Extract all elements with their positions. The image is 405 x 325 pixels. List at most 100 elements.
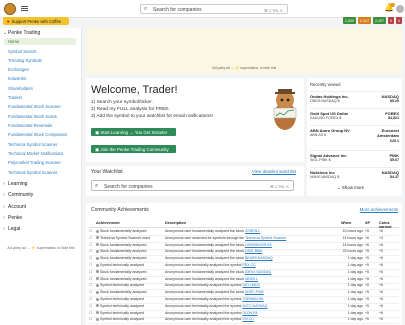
sidebar-item[interactable]: Fundamental Stock Scanner <box>8 104 61 109</box>
sidebar-item[interactable]: Polymarket Trading Scanner <box>8 160 61 165</box>
achievement-icon <box>96 317 99 321</box>
ad-text: 3rd party ad → ⚡ supernatica. to hide th… <box>211 66 277 70</box>
checkbox-icon: ☐ <box>89 263 93 267</box>
stat-badge: 0 327 <box>358 17 371 24</box>
achievement-xp: +5 <box>365 256 369 261</box>
symbol-link[interactable]: Technical Symbol Scanner <box>245 236 286 240</box>
achievement-description: Anonymous user fundamentally analyzed th… <box>165 249 263 254</box>
search-icon: ⌕ <box>144 6 148 12</box>
recent-item[interactable]: Signal Advance Inc SIGL.PINK $ PINK $5.6… <box>310 150 399 166</box>
achievement-name: Symbol technically analyzed <box>96 283 144 287</box>
checkbox-icon: ☐ <box>89 235 93 240</box>
achievement-name: Stock fundamentally analyzed <box>96 243 147 247</box>
table-header: Achievement Description When XP Coins ea… <box>89 221 399 229</box>
achievement-name: Stock fundamentally analyzed <box>96 270 147 274</box>
community-title: Community Achievements <box>91 207 149 213</box>
checkbox-icon: ☐ <box>89 229 93 233</box>
achievement-xp: +5 <box>365 263 369 267</box>
recent-item[interactable]: Gold Spot US Dollar XAUUSD.FOREX $ FOREX… <box>310 108 399 124</box>
penke-logo[interactable] <box>4 3 16 15</box>
achievement-time: 1 day ago <box>347 297 363 301</box>
achievement-icon <box>96 304 99 308</box>
sidebar-section-community[interactable]: › Community <box>3 192 33 198</box>
checkbox-icon: ☐ <box>89 317 93 322</box>
symbol-link[interactable]: 1NTC.NASDAQ <box>242 304 267 308</box>
mascot-illustration <box>273 89 297 130</box>
recent-item[interactable]: Ondas Holdings Inc. ONDS.NASDAQ $ NASDAQ… <box>310 91 399 107</box>
avatar[interactable] <box>396 5 404 13</box>
sidebar-section-penke[interactable]: › Penke <box>3 215 22 221</box>
search-input[interactable]: ⌕ Search for companies ⌘ CTRL K <box>140 4 288 14</box>
symbol-link[interactable]: IDEXX.NASDAQ <box>245 270 271 274</box>
checkbox-icon: ☐ <box>89 297 93 301</box>
symbol-link[interactable]: PDX.CC <box>242 263 255 267</box>
achievement-coins: +3 <box>379 235 383 240</box>
achievement-time: 14 hours ago <box>342 242 363 247</box>
start-learning-button[interactable]: ▣ Start Learning → You Get Smarter <box>91 128 176 136</box>
welcome-title: Welcome, Trader! <box>91 84 178 96</box>
sidebar-item[interactable]: Industries <box>8 76 26 81</box>
more-achievements-link[interactable]: More achievements <box>360 207 398 212</box>
sidebar-item[interactable]: Technical Market Notifications <box>8 151 63 156</box>
stat-badge: 0 <box>396 17 402 24</box>
checkbox-icon: ☐ <box>89 303 93 308</box>
symbol-link[interactable]: BEARS.NASDAQ <box>245 256 273 260</box>
sidebar-item[interactable]: Symbol Search <box>8 49 36 54</box>
ad-banner: 3rd party ad → ⚡ supernatica. to hide th… <box>86 28 402 74</box>
symbol-link[interactable]: LIVEBIDHOR.KE <box>245 243 272 247</box>
show-more-button[interactable]: ⌄ Show more <box>337 185 364 191</box>
achievement-coins: +5 <box>379 249 383 254</box>
detailed-watchlist-link[interactable]: View detailed watchlist <box>252 169 296 174</box>
achievement-time: 1 day ago <box>347 303 363 308</box>
watchlist-search-input[interactable]: ⌕ Search for companies ⌘ CTRL K <box>91 180 294 191</box>
symbol-link[interactable]: TORWAN.HK <box>242 297 263 301</box>
sidebar-item[interactable]: Exchanges <box>8 67 29 72</box>
sidebar-item[interactable]: Traders <box>8 95 22 100</box>
symbol-link[interactable]: 5GRC.PINK <box>245 290 264 294</box>
join-community-button[interactable]: ▣ Join the Penke Trading Community <box>91 145 176 153</box>
achievement-coins: +6 <box>379 297 383 301</box>
achievement-time: 1 day ago <box>347 276 363 281</box>
sidebar-section-account[interactable]: › Account <box>3 204 26 210</box>
support-button[interactable]: ♥ Support Penke with Coffee <box>3 17 69 25</box>
sidebar-item[interactable]: Technical Symbol Scanner <box>8 142 57 147</box>
achievement-xp: +5 <box>365 283 369 288</box>
achievement-icon <box>96 249 99 253</box>
recent-item[interactable]: Nukkleus Inc NUKK.NASDAQ $ NASDAQ $4.37 <box>310 167 399 183</box>
sidebar-title[interactable]: ⌄Penke Trading <box>3 30 40 36</box>
sidebar-item-home[interactable]: Home <box>4 38 76 45</box>
symbol-link[interactable]: NEMX.L <box>245 277 258 281</box>
achievement-time: 1 day ago <box>347 283 363 288</box>
achievement-coins: +6 <box>379 242 383 247</box>
sidebar-item[interactable]: Trending Symbols <box>8 58 42 63</box>
support-label: Support Penke with Coffee <box>11 19 62 24</box>
achievement-time: 22 hours ago <box>342 249 363 254</box>
achievement-time: 1 day ago <box>347 269 363 274</box>
sidebar-item[interactable]: Fundamental Stock Comparator <box>8 132 67 137</box>
symbol-link[interactable]: VIV.CC <box>242 317 253 321</box>
sidebar-section-learning[interactable]: › Learning <box>3 181 27 187</box>
symbol-link[interactable]: ZGREN.L <box>245 229 260 233</box>
sidebar-item[interactable]: Shareholders <box>8 86 33 91</box>
symbol-link[interactable]: DSYI.INDX <box>242 283 260 287</box>
community-achievements: Community Achievements More achievements… <box>86 203 402 325</box>
achievement-name: Symbol technically analyzed <box>96 297 144 301</box>
menu-icon[interactable] <box>21 6 28 11</box>
sidebar-item[interactable]: Fundamental Stock Scans <box>8 114 57 119</box>
sidebar-item[interactable]: Technical Symbol Scanner <box>8 170 57 175</box>
achievement-xp: +5 <box>365 317 369 322</box>
welcome-step: 1) Search your symbol/ticker. <box>91 100 153 105</box>
achievement-description: Anonymous user technically analyzed the … <box>165 283 260 288</box>
sidebar-section-legal[interactable]: › Legal <box>3 226 20 232</box>
symbol-link[interactable]: DA01.BMA <box>245 249 262 253</box>
achievement-name: Symbol technically analyzed <box>96 263 144 267</box>
user-stats: 1,000 0 327 2,437 0 0 <box>343 17 402 25</box>
achievement-name: Stock fundamentally analyzed <box>96 277 147 281</box>
recent-item[interactable]: ABN Amro Group NV ABN.AS € Euronext Amst… <box>310 125 399 147</box>
achievement-coins: +6 <box>379 229 383 233</box>
achievement-coins: +6 <box>379 303 383 308</box>
achievement-time: 1 day ago <box>347 310 363 315</box>
sidebar-item[interactable]: Fundamental Reversals <box>8 123 52 128</box>
symbol-link[interactable]: GLDN.PA <box>242 311 257 315</box>
achievement-name: Stock fundamentally analyzed <box>96 290 147 294</box>
